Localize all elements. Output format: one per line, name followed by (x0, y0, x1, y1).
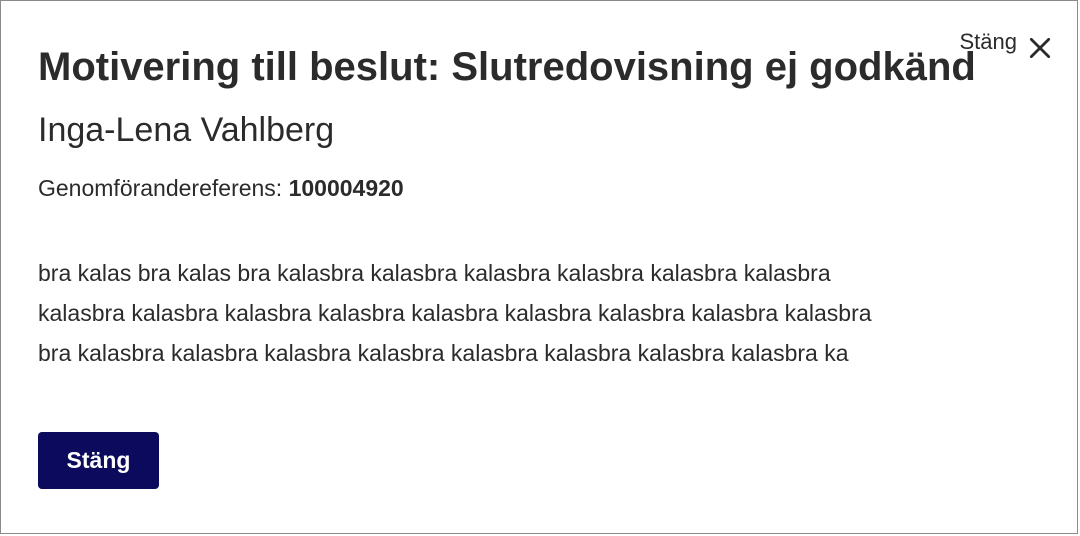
decision-dialog: Stäng Motivering till beslut: Slutredovi… (0, 0, 1078, 534)
close-button[interactable]: Stäng (38, 432, 159, 489)
person-name: Inga-Lena Vahlberg (38, 111, 335, 149)
motivation-line: bra kalasbra kalasbra kalasbra kalasbra … (38, 340, 849, 366)
reference-value: 100004920 (288, 175, 404, 201)
close-icon[interactable] (1027, 35, 1053, 61)
dialog-title: Motivering till beslut: Slutredovisning … (38, 45, 976, 89)
reference-label: Genomförandereferens: (38, 175, 283, 201)
motivation-line: bra kalas bra kalas bra kalasbra kalasbr… (38, 260, 831, 286)
motivation-text: bra kalas bra kalas bra kalasbra kalasbr… (38, 253, 968, 373)
motivation-line: kalasbra kalasbra kalasbra kalasbra kala… (38, 300, 872, 326)
reference-line: Genomförandereferens: 100004920 (38, 173, 404, 203)
